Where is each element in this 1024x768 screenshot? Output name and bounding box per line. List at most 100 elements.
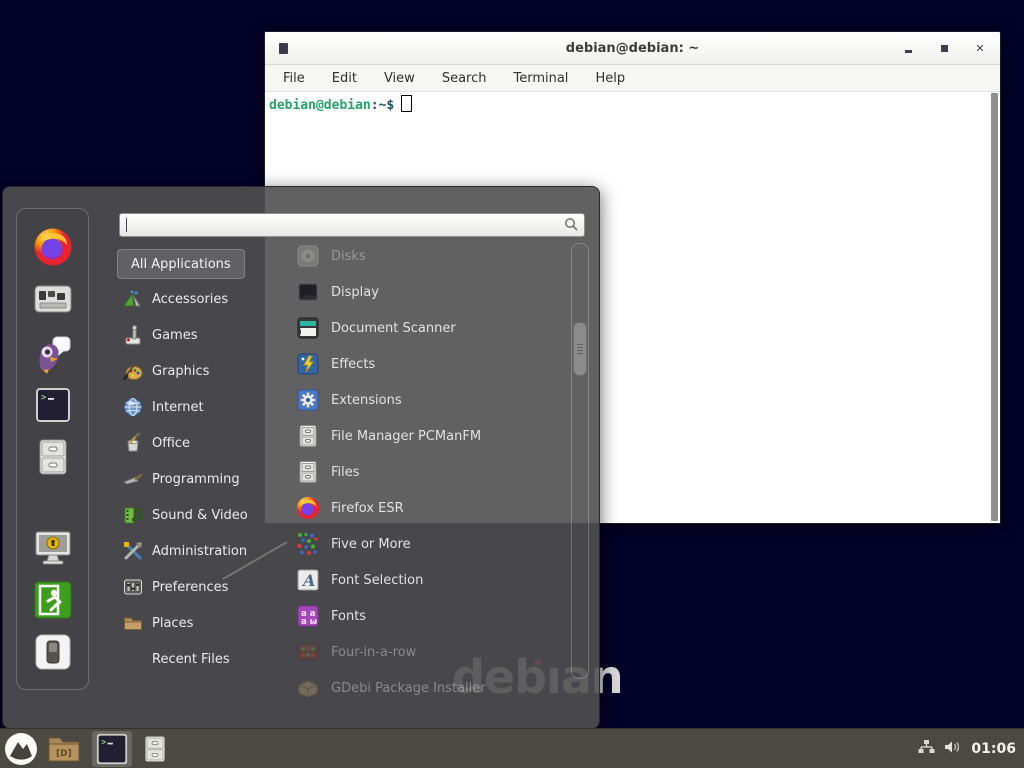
desktop: debıan debian@debian: ~ ✕ File Edit View… — [0, 0, 1024, 768]
app-disks[interactable]: Disks — [288, 238, 564, 274]
application-list: Disks Display — [288, 238, 564, 706]
file-manager-pcmanfm-icon — [296, 424, 320, 448]
five-or-more-icon — [296, 532, 320, 556]
effects-icon — [296, 352, 320, 376]
app-file-manager-pcmanfm[interactable]: File Manager PCManFM — [288, 418, 564, 454]
volume-icon[interactable] — [944, 739, 962, 759]
minimize-icon[interactable] — [902, 42, 914, 54]
category-label: Places — [152, 616, 193, 631]
app-effects[interactable]: Effects — [288, 346, 564, 382]
app-extensions[interactable]: Extensions — [288, 382, 564, 418]
places-icon — [123, 613, 143, 633]
display-icon — [296, 280, 320, 304]
debian-installer-icon[interactable] — [34, 283, 72, 319]
games-icon — [123, 325, 143, 345]
category-accessories[interactable]: Accessories — [115, 281, 285, 317]
application-menu: > — [2, 186, 600, 729]
menu-terminal[interactable]: Terminal — [513, 71, 568, 86]
prompt-user-host: debian@debian — [269, 98, 371, 113]
file-manager-icon[interactable] — [34, 438, 72, 480]
app-font-selection[interactable]: A Font Selection — [288, 562, 564, 598]
disks-icon — [296, 244, 320, 268]
shutdown-icon[interactable] — [35, 634, 71, 674]
four-in-a-row-icon — [296, 640, 320, 664]
menu-edit[interactable]: Edit — [332, 71, 357, 86]
category-label: Sound & Video — [152, 508, 248, 523]
category-list: All Applications Accessories — [115, 249, 285, 677]
files-icon — [296, 460, 320, 484]
logout-icon[interactable] — [34, 581, 72, 623]
app-display[interactable]: Display — [288, 274, 564, 310]
app-label: File Manager PCManFM — [331, 429, 481, 444]
app-firefox-esr[interactable]: Firefox ESR — [288, 490, 564, 526]
terminal-icon[interactable]: > — [35, 387, 71, 427]
category-preferences[interactable]: Preferences — [115, 569, 285, 605]
terminal-cursor — [401, 95, 412, 112]
font-selection-icon: A — [296, 568, 320, 592]
taskbar: [D] > — [0, 728, 1024, 768]
app-gdebi-package-installer[interactable]: GDebi Package Installer — [288, 670, 564, 706]
programming-icon — [123, 469, 143, 489]
firefox-icon[interactable] — [33, 227, 73, 271]
administration-icon — [123, 541, 143, 561]
app-four-in-a-row[interactable]: Four-in-a-row — [288, 634, 564, 670]
firefox-esr-icon — [296, 496, 320, 520]
menu-help[interactable]: Help — [595, 71, 625, 86]
category-office[interactable]: Office — [115, 425, 285, 461]
app-label: Display — [331, 285, 379, 300]
category-all-applications[interactable]: All Applications — [117, 249, 245, 279]
network-icon[interactable] — [918, 739, 935, 759]
lock-screen-icon[interactable] — [33, 529, 73, 571]
files-launcher[interactable] — [132, 731, 178, 767]
category-label: Office — [152, 436, 190, 451]
app-five-or-more[interactable]: Five or More — [288, 526, 564, 562]
taskbar-launchers: [D] > — [0, 729, 178, 768]
app-fonts[interactable]: a a a ω Fonts — [288, 598, 564, 634]
prompt-suffix: :~$ — [371, 98, 394, 113]
category-games[interactable]: Games — [115, 317, 285, 353]
terminal-scrollbar[interactable] — [991, 93, 998, 521]
document-scanner-icon — [296, 316, 320, 340]
app-files[interactable]: Files — [288, 454, 564, 490]
search-input[interactable] — [119, 213, 585, 237]
file-manager-launcher[interactable]: [D] — [42, 731, 86, 767]
category-graphics[interactable]: Graphics — [115, 353, 285, 389]
app-label: Extensions — [331, 393, 402, 408]
sound-video-icon — [123, 505, 143, 525]
gdebi-icon — [296, 676, 320, 700]
menu-search[interactable]: Search — [442, 71, 487, 86]
app-label: Files — [331, 465, 360, 480]
terminal-launcher[interactable]: > — [92, 731, 132, 767]
accessories-icon — [123, 289, 143, 309]
category-administration[interactable]: Administration — [115, 533, 285, 569]
shell-prompt: debian@debian:~$ — [269, 95, 412, 113]
terminal-titlebar[interactable]: debian@debian: ~ ✕ — [265, 32, 1000, 65]
app-document-scanner[interactable]: Document Scanner — [288, 310, 564, 346]
maximize-icon[interactable] — [938, 42, 950, 54]
clock[interactable]: 01:06 — [971, 741, 1016, 757]
app-label: Fonts — [331, 609, 366, 624]
menu-scrollbar-thumb[interactable] — [573, 322, 587, 376]
menu-scrollbar[interactable] — [571, 243, 589, 679]
app-label: GDebi Package Installer — [331, 681, 486, 696]
category-places[interactable]: Places — [115, 605, 285, 641]
svg-text:>: > — [41, 393, 47, 403]
category-programming[interactable]: Programming — [115, 461, 285, 497]
close-icon[interactable]: ✕ — [974, 42, 986, 54]
search-icon — [564, 216, 578, 235]
category-internet[interactable]: Internet — [115, 389, 285, 425]
terminal-window-icon — [279, 43, 288, 54]
app-label: Font Selection — [331, 573, 423, 588]
menu-view[interactable]: View — [384, 71, 415, 86]
category-label: Administration — [152, 544, 247, 559]
category-sound-video[interactable]: Sound & Video — [115, 497, 285, 533]
menu-button[interactable] — [0, 731, 42, 767]
category-label: Graphics — [152, 364, 209, 379]
app-label: Four-in-a-row — [331, 645, 416, 660]
favorites-column: > — [16, 208, 89, 690]
pidgin-icon[interactable] — [33, 335, 73, 379]
app-label: Disks — [331, 249, 366, 264]
office-icon — [123, 433, 143, 453]
menu-file[interactable]: File — [283, 71, 305, 86]
category-recent-files[interactable]: Recent Files — [115, 641, 285, 677]
